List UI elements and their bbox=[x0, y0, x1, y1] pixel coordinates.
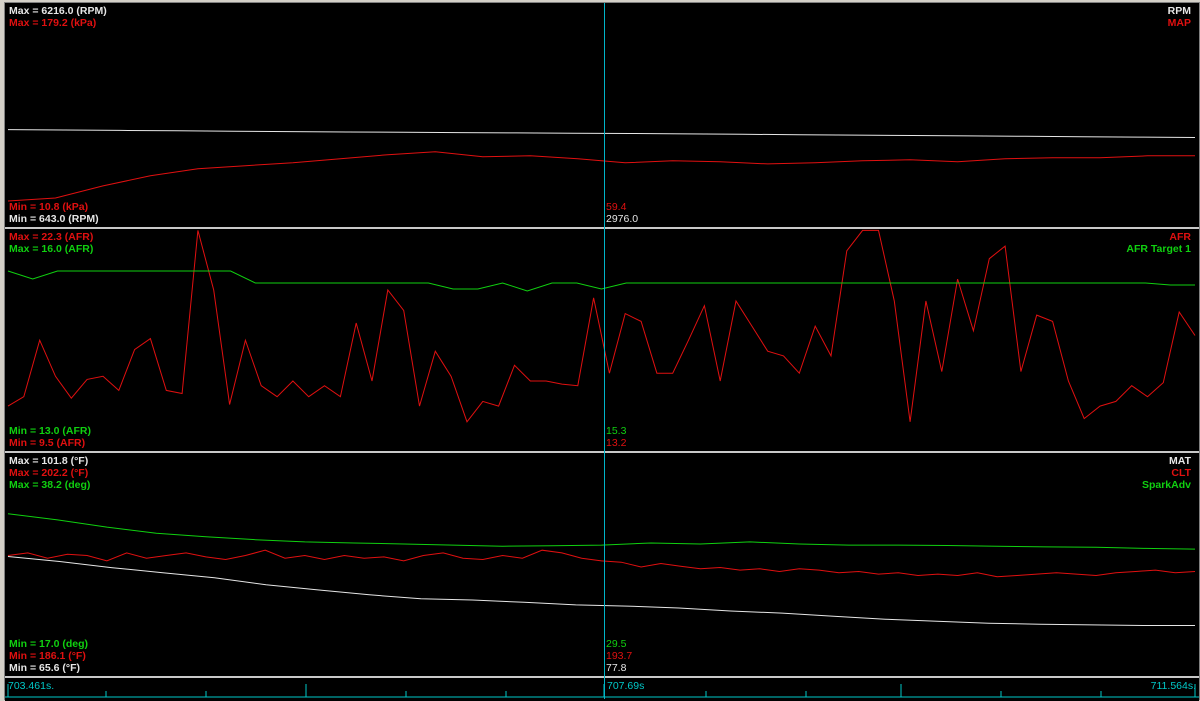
time-axis[interactable]: 703.461s. 707.69s 711.564s. bbox=[5, 676, 1199, 701]
time-axis-ticks bbox=[5, 684, 1199, 698]
series-legend-label: RPM bbox=[1167, 5, 1191, 17]
series-line-mat bbox=[7, 556, 1195, 626]
datalog-graph-window: Max = 6216.0 (RPM) Max = 179.2 (kPa) RPM MA… bbox=[4, 2, 1200, 701]
series-min-label: Min = 65.6 (°F) bbox=[9, 662, 81, 674]
series-min-label: Min = 186.1 (°F) bbox=[9, 650, 86, 662]
cursor-value: 2976.0 bbox=[606, 213, 639, 225]
cursor-value: 29.5 bbox=[606, 638, 627, 650]
plot-area bbox=[7, 129, 1196, 202]
series-legend-label: MAT bbox=[1169, 455, 1191, 467]
panel-afr[interactable]: Max = 22.3 (AFR) Max = 16.0 (AFR) AFR AFR T… bbox=[5, 229, 1199, 451]
series-line-afr bbox=[7, 229, 1196, 423]
cursor-value: 77.8 bbox=[606, 662, 627, 674]
series-max-label: Max = 202.2 (°F) bbox=[9, 467, 89, 479]
series-min-label: Min = 10.8 (kPa) bbox=[9, 201, 89, 213]
series-min-label: Min = 17.0 (deg) bbox=[9, 638, 89, 650]
series-max-label: Max = 101.8 (°F) bbox=[9, 455, 89, 467]
series-line-sparkadv bbox=[7, 513, 1196, 550]
series-line-map bbox=[7, 151, 1195, 202]
series-legend-label: MAP bbox=[1167, 17, 1191, 29]
series-line-clt bbox=[7, 549, 1196, 578]
cursor-value: 13.2 bbox=[606, 437, 627, 449]
cursor-value: 193.7 bbox=[606, 650, 633, 662]
cursor-value: 15.3 bbox=[606, 425, 627, 437]
series-min-label: Min = 13.0 (AFR) bbox=[9, 425, 91, 437]
panel-rpm-map[interactable]: Max = 6216.0 (RPM) Max = 179.2 (kPa) RPM MA… bbox=[5, 3, 1199, 227]
cursor-value: 59.4 bbox=[606, 201, 627, 213]
series-legend-label: CLT bbox=[1171, 467, 1191, 479]
time-cursor-line[interactable] bbox=[604, 3, 605, 699]
series-max-label: Max = 38.2 (deg) bbox=[9, 479, 91, 491]
series-line-afr-target-1 bbox=[7, 270, 1195, 292]
series-min-label: Min = 643.0 (RPM) bbox=[9, 213, 99, 225]
panel-temps-spark[interactable]: Max = 101.8 (°F) Max = 202.2 (°F) Max = 38… bbox=[5, 453, 1199, 676]
series-max-label: Max = 16.0 (AFR) bbox=[9, 243, 94, 255]
series-max-label: Max = 179.2 (kPa) bbox=[9, 17, 97, 29]
series-max-label: Max = 22.3 (AFR) bbox=[9, 231, 94, 243]
plot-area bbox=[7, 513, 1196, 626]
series-legend-label: AFR bbox=[1169, 231, 1191, 243]
series-min-label: Min = 9.5 (AFR) bbox=[9, 437, 86, 449]
series-max-label: Max = 6216.0 (RPM) bbox=[9, 5, 107, 17]
series-line-rpm bbox=[7, 129, 1196, 138]
plot-area bbox=[7, 229, 1196, 423]
series-legend-label: SparkAdv bbox=[1141, 479, 1191, 491]
series-legend-label: AFR Target 1 bbox=[1126, 243, 1191, 255]
